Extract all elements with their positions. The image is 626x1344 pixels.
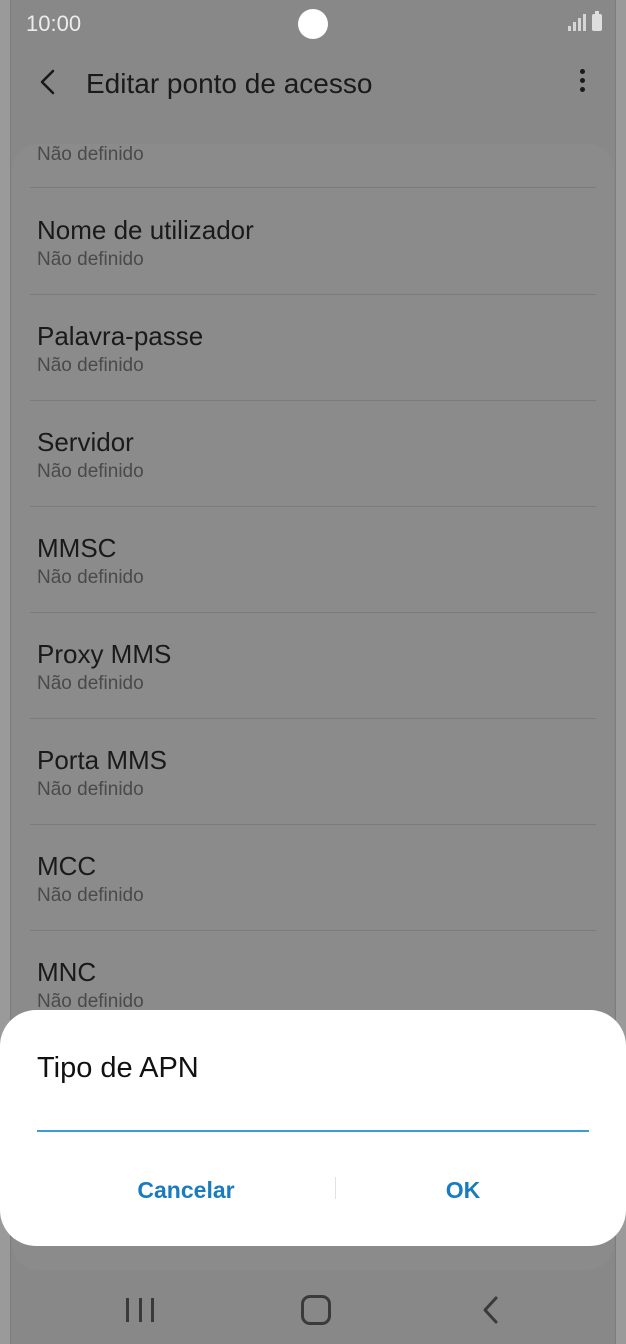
setting-value: Não definido (37, 567, 144, 588)
cancel-button[interactable]: Cancelar (86, 1170, 286, 1210)
setting-value: Não definido (37, 673, 144, 694)
front-camera (298, 9, 328, 39)
partial-item-value: Não definido (37, 144, 144, 165)
recent-apps-icon (126, 1298, 129, 1322)
setting-title: MCC (37, 851, 97, 881)
more-vert-icon (579, 69, 585, 74)
ok-button[interactable]: OK (363, 1170, 563, 1210)
setting-value: Não definido (37, 355, 144, 376)
status-time: 10:00 (26, 11, 82, 36)
navigation-bar (0, 1274, 626, 1344)
apn-type-input[interactable] (37, 1100, 589, 1132)
button-separator (335, 1177, 336, 1199)
setting-item-mms-port[interactable]: Porta MMS Não definido (30, 718, 596, 824)
setting-item-mcc[interactable]: MCC Não definido (30, 824, 596, 930)
setting-title: Proxy MMS (37, 639, 172, 669)
nav-back-button[interactable] (478, 1294, 504, 1326)
chevron-left-icon (40, 69, 55, 95)
setting-title: MMSC (37, 533, 117, 563)
status-icons (568, 11, 602, 31)
dialog-title: Tipo de APN (37, 1052, 199, 1084)
setting-value: Não definido (37, 885, 144, 906)
setting-item-username[interactable]: Nome de utilizador Não definido (30, 188, 596, 294)
setting-item-server[interactable]: Servidor Não definido (30, 400, 596, 506)
status-bar: 10:00 (0, 0, 626, 48)
page-title: Editar ponto de acesso (86, 68, 373, 99)
signal-icon (568, 13, 586, 31)
setting-value: Não definido (37, 249, 144, 270)
app-bar: Editar ponto de acesso (0, 52, 626, 114)
setting-title: MNC (37, 957, 97, 987)
setting-item-mms-proxy[interactable]: Proxy MMS Não definido (30, 612, 596, 718)
recent-apps-button[interactable] (126, 1298, 154, 1322)
phone-screen: 10:00 Editar ponto de acesso Não definid… (0, 0, 626, 1344)
apn-type-dialog: Tipo de APN Cancelar OK (0, 1010, 626, 1246)
setting-title: Nome de utilizador (37, 215, 254, 245)
back-button[interactable] (30, 62, 70, 102)
setting-title: Servidor (37, 427, 134, 457)
more-options-button[interactable] (570, 66, 594, 100)
home-button[interactable] (301, 1295, 331, 1325)
setting-item-mmsc[interactable]: MMSC Não definido (30, 506, 596, 612)
setting-title: Porta MMS (37, 745, 168, 775)
back-icon (483, 1296, 498, 1324)
battery-icon (592, 11, 602, 31)
setting-title: Palavra-passe (37, 321, 204, 351)
setting-value: Não definido (37, 779, 144, 800)
setting-value: Não definido (37, 461, 144, 482)
setting-item-password[interactable]: Palavra-passe Não definido (30, 294, 596, 400)
